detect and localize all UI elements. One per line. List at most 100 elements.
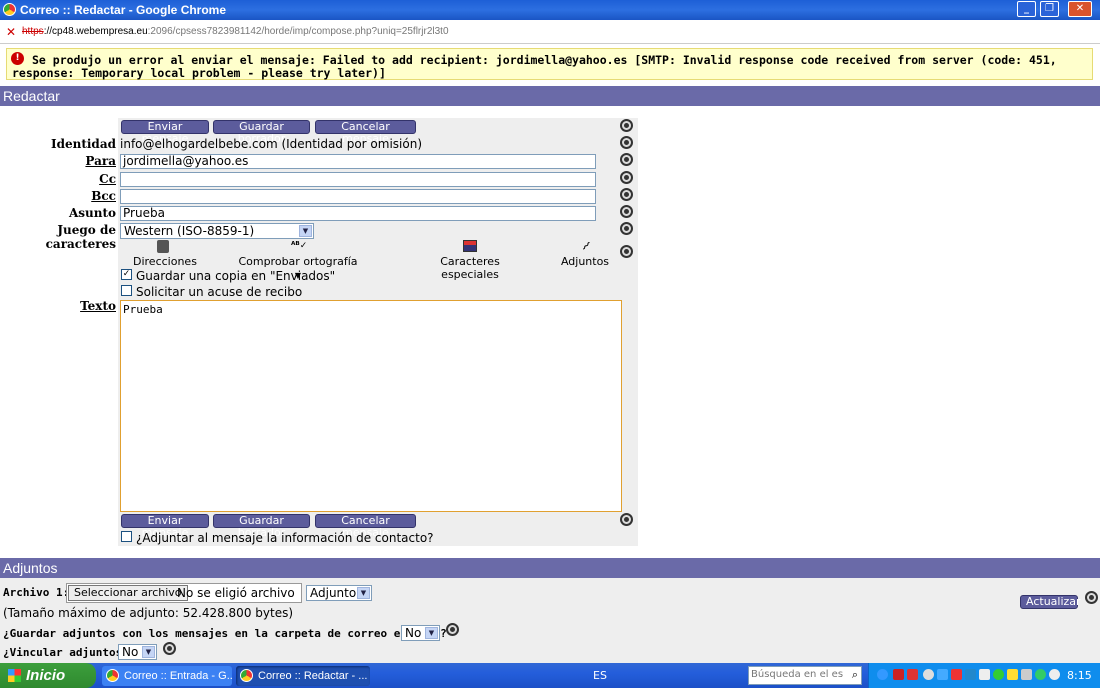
tray-icon[interactable] [907, 669, 918, 680]
attachments-label: Adjuntos [560, 255, 610, 268]
file-input[interactable]: Seleccionar archivo No se eligió archivo [66, 583, 302, 603]
window-titlebar: Correo :: Redactar - Google Chrome _ ❐ ✕ [0, 0, 1100, 20]
volume-icon[interactable] [1049, 669, 1060, 680]
body-textarea[interactable]: Prueba [120, 300, 622, 512]
identity-label: Identidad [50, 137, 116, 151]
chevron-down-icon: ▼ [142, 646, 155, 658]
url-text[interactable]: https://cp48.webempresa.eu:2096/cpsess78… [22, 26, 449, 37]
help-icon[interactable] [1085, 591, 1098, 604]
save-copy-label[interactable]: Guardar una copia en "Enviados" [136, 269, 335, 283]
link-attachments-select[interactable]: No ▼ [118, 644, 157, 660]
identity-value[interactable]: info@elhogardelbebe.com (Identidad por o… [120, 137, 422, 151]
help-icon[interactable] [620, 513, 633, 526]
start-button[interactable]: Inicio [0, 663, 96, 688]
to-label-text: Para [85, 154, 116, 168]
special-chars-tool[interactable]: Caracteres especiales [414, 240, 526, 281]
help-icon[interactable] [620, 171, 633, 184]
file-label: Archivo 1: [3, 586, 70, 599]
help-icon[interactable] [620, 153, 633, 166]
paperclip-icon: ⌇ [578, 239, 593, 254]
attach-contact-checkbox[interactable] [121, 531, 132, 542]
taskbar-task-compose[interactable]: Correo :: Redactar - ... [236, 666, 370, 686]
chevron-down-icon: ▼ [425, 627, 438, 639]
charset-select[interactable]: Western (ISO-8859-1) ▼ [120, 223, 314, 239]
read-receipt-checkbox[interactable] [121, 285, 132, 296]
cancel-button-bottom[interactable]: Cancelar mensaje [315, 514, 416, 539]
no-file-text: No se eligió archivo [177, 586, 295, 600]
spellcheck-label: Comprobar ortografía [238, 255, 358, 268]
max-size-text: (Tamaño máximo de adjunto: 52.428.800 by… [3, 606, 294, 620]
help-icon[interactable] [620, 205, 633, 218]
start-label: Inicio [26, 667, 66, 684]
bcc-label: Bcc [0, 189, 116, 203]
network-icon[interactable] [937, 669, 948, 680]
help-icon[interactable] [620, 119, 633, 132]
help-icon[interactable] [620, 245, 633, 258]
cc-field[interactable] [120, 172, 596, 187]
addresses-tool[interactable]: Direcciones [133, 240, 197, 268]
special-chars-icon [463, 240, 477, 252]
to-label: Para [0, 154, 116, 168]
task-label: Correo :: Redactar - ... [258, 670, 368, 682]
save-draft-button[interactable]: Guardar borrador [213, 120, 310, 145]
close-button[interactable]: ✕ [1068, 1, 1092, 17]
chevron-down-icon: ▼ [299, 225, 312, 237]
info-icon[interactable] [993, 669, 1004, 680]
link-attachments-value: No [122, 645, 139, 659]
language-indicator[interactable]: ES [593, 669, 607, 682]
read-receipt-label[interactable]: Solicitar un acuse de recibo [136, 285, 302, 299]
body-label-text: Texto [80, 299, 116, 313]
cc-label-text: Cc [99, 172, 116, 186]
pdf-icon[interactable] [893, 669, 904, 680]
save-draft-button-bottom[interactable]: Guardar borrador [213, 514, 310, 539]
attachments-tool[interactable]: ⌇ Adjuntos [560, 239, 610, 268]
tray-icon[interactable] [1035, 669, 1046, 680]
attachments-header: Adjuntos [0, 558, 1100, 578]
disposition-select[interactable]: Adjunto ▼ [306, 585, 372, 601]
chrome-icon [106, 669, 119, 682]
attach-contact-label[interactable]: ¿Adjuntar al mensaje la información de c… [136, 531, 434, 545]
choose-file-button[interactable]: Seleccionar archivo [68, 585, 188, 601]
tray-icon[interactable] [923, 669, 934, 680]
wifi-icon[interactable] [1007, 669, 1018, 680]
windows-logo-icon [8, 669, 21, 682]
save-attachments-select[interactable]: No ▼ [401, 625, 440, 641]
help-icon[interactable] [620, 136, 633, 149]
send-button-bottom[interactable]: Enviar mensaje [121, 514, 209, 539]
link-attachments-question: ¿Vincular adjuntos? [3, 646, 129, 659]
disposition-value: Adjunto [310, 586, 357, 600]
cancel-button[interactable]: Cancelar mensaje [315, 120, 416, 145]
taskbar-search[interactable]: Búsqueda en el escrit ⌕ [748, 666, 862, 685]
chrome-icon [240, 669, 253, 682]
send-button[interactable]: Enviar mensaje [121, 120, 209, 145]
tray-icon[interactable] [965, 669, 976, 680]
chevron-down-icon: ▼ [357, 587, 370, 599]
minimize-button[interactable]: _ [1017, 1, 1036, 17]
maximize-button[interactable]: ❐ [1040, 1, 1059, 17]
error-text: Se produjo un error al enviar el mensaje… [12, 53, 1057, 80]
address-bar[interactable]: ✕ https://cp48.webempresa.eu:2096/cpsess… [0, 20, 1100, 44]
search-icon[interactable]: ⌕ [852, 668, 858, 682]
to-field[interactable]: jordimella@yahoo.es [120, 154, 596, 169]
tray-icon[interactable] [979, 669, 990, 680]
save-copy-checkbox[interactable]: ✓ [121, 269, 132, 280]
tray-icon[interactable] [951, 669, 962, 680]
chrome-icon [3, 3, 16, 16]
monitor-icon[interactable] [1021, 669, 1032, 680]
taskbar-task-inbox[interactable]: Correo :: Entrada - G... [102, 666, 232, 686]
tray-icon[interactable] [877, 669, 888, 680]
url-path: :2096/cpsess7823981142/horde/imp/compose… [147, 26, 449, 37]
charset-label: Juego de caracteres [45, 223, 116, 251]
help-icon[interactable] [620, 222, 633, 235]
spellcheck-tool[interactable]: ᴬᴮ✓ Comprobar ortografía ▼ [236, 240, 360, 280]
update-button[interactable]: Actualizar [1020, 595, 1081, 609]
help-icon[interactable] [446, 623, 459, 636]
cc-label: Cc [0, 172, 116, 186]
bcc-field[interactable] [120, 189, 596, 204]
help-icon[interactable] [163, 642, 176, 655]
compose-header: Redactar [0, 86, 1100, 106]
subject-label: Asunto [68, 206, 116, 220]
subject-field[interactable]: Prueba [120, 206, 596, 221]
help-icon[interactable] [620, 188, 633, 201]
insecure-icon: ✕ [6, 25, 17, 39]
